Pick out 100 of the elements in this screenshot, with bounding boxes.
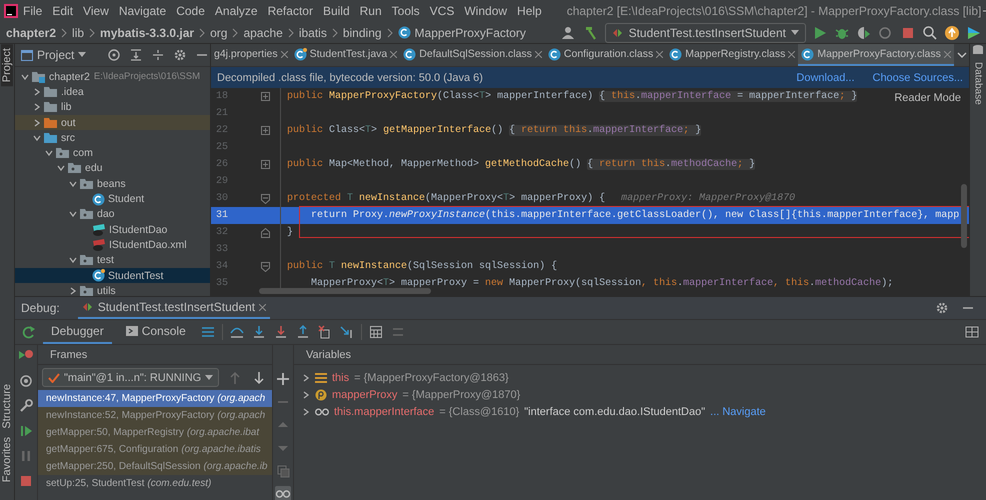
tree-item[interactable]: chapter2 [49,70,90,83]
frames-header: Frames [38,345,272,365]
tree-item[interactable]: edu [15,160,210,176]
breadcrumb-item[interactable]: lib [72,26,84,40]
fold-marker-icon [261,228,270,238]
tool-window-tab[interactable]: Favorites [1,432,13,486]
menu-item[interactable]: Build [318,4,355,18]
menu-item[interactable]: VCS [424,4,460,18]
tree-item[interactable]: src [15,130,210,146]
list-icon[interactable] [200,324,216,340]
banner-link[interactable]: Choose Sources... [872,72,963,84]
editor-tab[interactable]: g4j.properties [211,44,291,66]
tree-item[interactable]: beans [15,176,210,192]
editor-tab[interactable]: MapperRegistry.class [666,44,798,66]
expand-all-icon[interactable] [128,47,144,63]
plugin-logo-icon[interactable] [966,24,982,40]
run-icon[interactable] [812,24,828,40]
debug-session-tab[interactable]: StudentTest.testInsertStudent [78,297,270,319]
tool-window-tab[interactable]: Database [972,56,984,111]
close-icon[interactable] [788,50,796,58]
menu-item[interactable]: Refactor [262,4,318,18]
user-icon[interactable] [560,24,577,40]
layout-icon[interactable] [964,324,980,340]
debugger-tab[interactable]: Debugger [43,320,112,344]
breadcrumb-item[interactable]: chapter2 [6,26,56,40]
stop-icon[interactable] [18,473,34,489]
banner-link[interactable]: Download... [796,72,854,84]
editor-tab[interactable]: DefaultSqlSession.class [400,44,545,66]
menu-item[interactable]: Window [459,4,512,18]
close-icon[interactable] [656,50,664,58]
run-configuration-dropdown[interactable]: StudentTest.testInsertStudent [604,22,806,42]
calculator-icon[interactable] [368,324,384,340]
breadcrumb-item[interactable]: MapperProxyFactory [398,26,526,40]
menu-item[interactable]: Edit [47,4,78,18]
breadcrumb-item[interactable]: ibatis [298,26,327,40]
close-icon[interactable] [390,50,398,58]
tree-item[interactable]: lib [15,100,210,115]
variable-name: this [332,372,350,384]
run-to-cursor-icon[interactable] [338,324,355,340]
stack-frame[interactable]: getMapper:675, Configuration (org.apache.ibatis [38,441,272,458]
tree-item[interactable]: test [15,252,210,268]
tree-item[interactable]: IStudentDao.xml [15,237,210,253]
editor-tab[interactable]: MapperProxyFactory.class [798,44,954,66]
navigate-link[interactable]: ... Navigate [710,406,766,418]
close-icon[interactable] [259,304,266,310]
tree-item[interactable]: com [15,145,210,161]
package-folder-icon [80,254,94,266]
collapse-all-icon[interactable] [150,47,166,63]
scrollbar-thumb[interactable] [259,288,431,294]
wrench-icon[interactable] [18,398,34,414]
package-folder-icon [80,208,94,220]
stack-frame[interactable]: getMapper:50, MapperRegistry (org.apache.ibat [38,424,272,441]
breadcrumb-item[interactable]: org [210,26,228,40]
menu-item[interactable]: Help [512,4,547,18]
line-number: 32 [215,227,230,238]
debugger-tab[interactable]: Console [118,320,194,344]
stack-frame[interactable]: getMapper:250, DefaultSqlSession (org.apache.ib [38,458,272,475]
resume-icon[interactable] [18,423,34,439]
stack-frame[interactable]: setUp:25, StudentTest (com.edu.test) [38,475,272,492]
menu-item[interactable]: File [18,4,48,18]
tool-window-tab[interactable]: Structure [1,380,13,433]
reader-mode-toggle[interactable]: Reader Mode [894,92,961,104]
coverage-icon[interactable] [856,24,872,40]
update-icon[interactable] [944,24,960,40]
menu-item[interactable]: View [78,4,114,18]
close-icon[interactable] [280,50,288,58]
close-icon[interactable] [534,50,542,58]
project-tool-window-tab[interactable]: Project [1,44,13,86]
menu-item[interactable]: Analyze [210,4,263,18]
tree-item[interactable]: IStudentDao [15,222,210,238]
tree-item[interactable]: StudentTest [15,268,210,284]
add-icon[interactable] [275,371,291,387]
tree-item[interactable]: out [15,114,210,130]
stack-frame[interactable]: newInstance:47, MapperProxyFactory (org.apach [38,390,272,407]
tree-item[interactable]: Student [15,191,210,207]
tree-item[interactable]: dao [15,206,210,222]
scrollbar-thumb[interactable] [961,184,967,248]
settings-icon[interactable] [934,300,950,316]
project-view-dropdown[interactable]: Project [21,48,86,62]
rerun-icon[interactable] [21,324,37,340]
menu-item[interactable]: Navigate [114,4,172,18]
breadcrumb-item[interactable]: binding [342,26,382,40]
breadcrumb-item[interactable]: mybatis-3.3.0.jar [100,26,194,40]
tree-item[interactable]: utils [15,283,210,296]
menu-item[interactable]: Tools [386,4,425,18]
editor-tab[interactable]: StudentTest.java [290,44,400,66]
interface-file-icon [92,223,106,236]
search-icon[interactable] [922,24,938,40]
chevron-right-icon [332,28,338,38]
target-icon[interactable] [106,47,122,63]
stack-frame[interactable]: newInstance:52, MapperProxyFactory (org.apach [38,407,272,424]
menu-item[interactable]: Code [171,4,210,18]
thread-dropdown[interactable]: "main"@1 in...n": RUNNING [42,368,220,387]
breadcrumb-item[interactable]: apache [243,26,283,40]
tree-item[interactable]: .idea [15,84,210,100]
settings-icon[interactable] [172,47,188,63]
project-path: E:\IdeaProjects\016\SSM [94,71,200,82]
line-number: 33 [215,244,230,255]
editor-tab[interactable]: Configuration.class [544,44,666,66]
menu-item[interactable]: Run [354,4,387,18]
